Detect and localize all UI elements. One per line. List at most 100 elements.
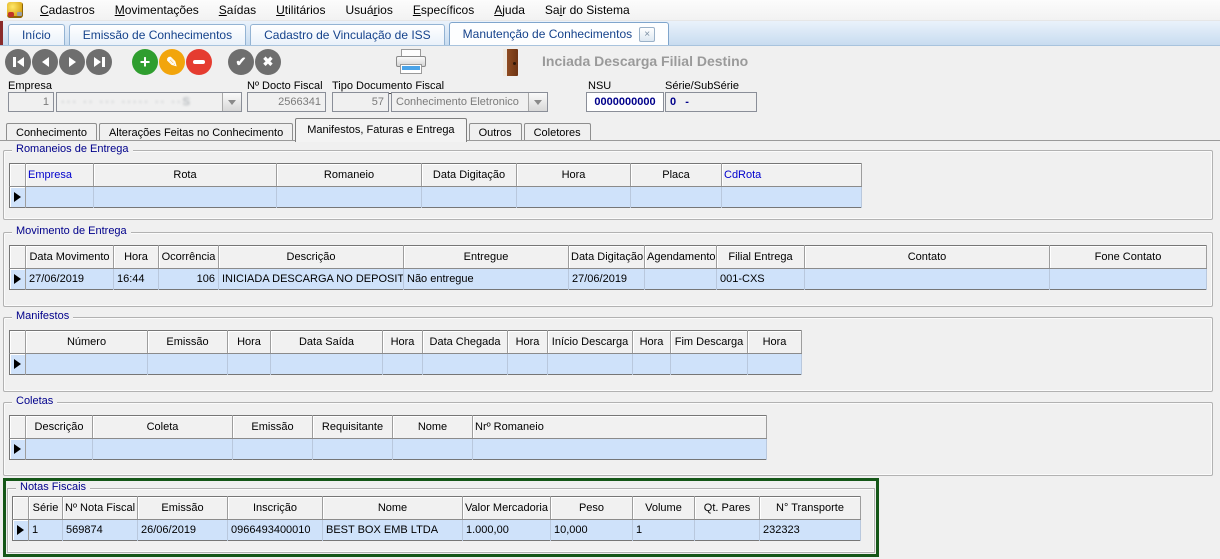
- cell-numero[interactable]: [26, 354, 148, 375]
- column-header-romaneio[interactable]: Romaneio: [277, 164, 422, 187]
- serie-subserie-field[interactable]: 0 -: [665, 92, 757, 112]
- coletas-row[interactable]: [10, 439, 767, 460]
- column-header-placa[interactable]: Placa: [631, 164, 722, 187]
- menu-sair-do-sistema[interactable]: Sair do Sistema: [535, 1, 640, 19]
- edit-record-button[interactable]: ✎: [159, 49, 185, 75]
- nsu-field[interactable]: 0000000000: [586, 92, 664, 112]
- tab-close-icon[interactable]: ×: [639, 27, 655, 42]
- column-header-descricao[interactable]: Descrição: [219, 246, 404, 269]
- cell-data-chegada[interactable]: [423, 354, 508, 375]
- column-header-empresa[interactable]: Empresa: [26, 164, 94, 187]
- movimento-grid[interactable]: Data MovimentoHoraOcorrênciaDescriçãoEnt…: [9, 245, 1207, 290]
- column-header-nr-romaneio[interactable]: Nrº Romaneio: [473, 416, 767, 439]
- empresa-code-field[interactable]: 1: [8, 92, 54, 112]
- column-header-hora[interactable]: Hora: [517, 164, 631, 187]
- menu-ajuda[interactable]: Ajuda: [484, 1, 535, 19]
- menu-cadastros[interactable]: Cadastros: [30, 1, 105, 19]
- cell-emissao[interactable]: 26/06/2019: [138, 520, 228, 541]
- column-header-inicio-descarga[interactable]: Início Descarga: [548, 331, 633, 354]
- romaneios-row[interactable]: [10, 187, 862, 208]
- column-header-coleta[interactable]: Coleta: [93, 416, 233, 439]
- cell-hora[interactable]: [228, 354, 271, 375]
- tipo-documento-combo[interactable]: Conhecimento Eletronico: [391, 92, 548, 112]
- cell-contato[interactable]: [805, 269, 1050, 290]
- first-record-button[interactable]: [5, 49, 31, 75]
- exit-door-icon[interactable]: [503, 49, 518, 76]
- column-header-data-saida[interactable]: Data Saída: [271, 331, 383, 354]
- column-header-serie[interactable]: Série: [29, 497, 63, 520]
- notas-grid[interactable]: SérieNº Nota FiscalEmissãoInscriçãoNomeV…: [12, 496, 861, 541]
- empresa-dropdown-arrow[interactable]: [222, 93, 241, 111]
- cell-data-digitacao[interactable]: 27/06/2019: [569, 269, 645, 290]
- cell-rota[interactable]: [94, 187, 277, 208]
- last-record-button[interactable]: [86, 49, 112, 75]
- empresa-name-combo[interactable]: ··· ·· ··· ····· ·· ··S: [56, 92, 242, 112]
- column-header-rota[interactable]: Rota: [94, 164, 277, 187]
- column-header-fim-descarga[interactable]: Fim Descarga: [671, 331, 748, 354]
- cell-peso[interactable]: 10,000: [551, 520, 633, 541]
- column-header-requisitante[interactable]: Requisitante: [313, 416, 393, 439]
- menu-movimentacoes[interactable]: Movimentações: [105, 1, 209, 19]
- romaneios-grid[interactable]: EmpresaRotaRomaneioData DigitaçãoHoraPla…: [9, 163, 862, 208]
- cancel-button[interactable]: ✖: [255, 49, 281, 75]
- column-header-data-chegada[interactable]: Data Chegada: [423, 331, 508, 354]
- column-header-contato[interactable]: Contato: [805, 246, 1050, 269]
- column-header-n-transporte[interactable]: N° Transporte: [760, 497, 861, 520]
- cell-entregue[interactable]: Não entregue: [404, 269, 569, 290]
- tipo-dropdown-arrow[interactable]: [528, 93, 547, 111]
- cell-descricao[interactable]: INICIADA DESCARGA NO DEPOSITO: [219, 269, 404, 290]
- cell-volume[interactable]: 1: [633, 520, 695, 541]
- cell-nr-romaneio[interactable]: [473, 439, 767, 460]
- cell-data-movimento[interactable]: 27/06/2019: [26, 269, 114, 290]
- cell-emissao[interactable]: [233, 439, 313, 460]
- column-header-data-digitacao[interactable]: Data Digitação: [422, 164, 517, 187]
- cell-hora[interactable]: [633, 354, 671, 375]
- cell-romaneio[interactable]: [277, 187, 422, 208]
- tab-manutencao-de-conhecimentos[interactable]: Manutenção de Conhecimentos×: [449, 22, 669, 45]
- cell-nome[interactable]: [393, 439, 473, 460]
- movimento-row[interactable]: 27/06/201916:44106INICIADA DESCARGA NO D…: [10, 269, 1207, 290]
- cell-serie[interactable]: 1: [29, 520, 63, 541]
- next-record-button[interactable]: [59, 49, 85, 75]
- cell-nome[interactable]: BEST BOX EMB LTDA: [323, 520, 463, 541]
- menu-especificos[interactable]: Específicos: [403, 1, 484, 19]
- cell-hora[interactable]: 16:44: [114, 269, 159, 290]
- manifestos-grid[interactable]: NúmeroEmissãoHoraData SaídaHoraData Cheg…: [9, 330, 802, 375]
- column-header-nome[interactable]: Nome: [393, 416, 473, 439]
- column-header-data-movimento[interactable]: Data Movimento: [26, 246, 114, 269]
- cell-cdrota[interactable]: [722, 187, 862, 208]
- cell-coleta[interactable]: [93, 439, 233, 460]
- cell-hora[interactable]: [508, 354, 548, 375]
- tipo-documento-code-field[interactable]: 57: [332, 92, 389, 112]
- column-header-ocorrencia[interactable]: Ocorrência: [159, 246, 219, 269]
- cell-filial-entrega[interactable]: 001-CXS: [717, 269, 805, 290]
- insert-record-button[interactable]: +: [132, 49, 158, 75]
- delete-record-button[interactable]: [186, 49, 212, 75]
- confirm-button[interactable]: ✔: [228, 49, 254, 75]
- inner-tab-manifestos-faturas-e-entrega[interactable]: Manifestos, Faturas e Entrega: [295, 118, 466, 142]
- column-header-hora[interactable]: Hora: [114, 246, 159, 269]
- prior-record-button[interactable]: [32, 49, 58, 75]
- menu-utilitarios[interactable]: Utilitários: [266, 1, 335, 19]
- cell-empresa[interactable]: [26, 187, 94, 208]
- column-header-fone-contato[interactable]: Fone Contato: [1050, 246, 1207, 269]
- notas-row[interactable]: 156987426/06/20190966493400010BEST BOX E…: [13, 520, 861, 541]
- menu-usuarios[interactable]: Usuários: [335, 1, 402, 19]
- tab-cadastro-de-vinculacao-de-iss[interactable]: Cadastro de Vinculação de ISS: [250, 24, 445, 45]
- cell-n-nota-fiscal[interactable]: 569874: [63, 520, 138, 541]
- column-header-hora[interactable]: Hora: [383, 331, 423, 354]
- column-header-entregue[interactable]: Entregue: [404, 246, 569, 269]
- cell-hora[interactable]: [748, 354, 802, 375]
- manifestos-row[interactable]: [10, 354, 802, 375]
- cell-n-transporte[interactable]: 232323: [760, 520, 861, 541]
- cell-inicio-descarga[interactable]: [548, 354, 633, 375]
- tab-inicio[interactable]: Início: [8, 24, 65, 45]
- cell-valor-mercadoria[interactable]: 1.000,00: [463, 520, 551, 541]
- cell-qt-pares[interactable]: [695, 520, 760, 541]
- column-header-numero[interactable]: Número: [26, 331, 148, 354]
- column-header-emissao[interactable]: Emissão: [148, 331, 228, 354]
- cell-inscricao[interactable]: 0966493400010: [228, 520, 323, 541]
- cell-requisitante[interactable]: [313, 439, 393, 460]
- column-header-hora[interactable]: Hora: [508, 331, 548, 354]
- tab-emissao-de-conhecimentos[interactable]: Emissão de Conhecimentos: [69, 24, 246, 45]
